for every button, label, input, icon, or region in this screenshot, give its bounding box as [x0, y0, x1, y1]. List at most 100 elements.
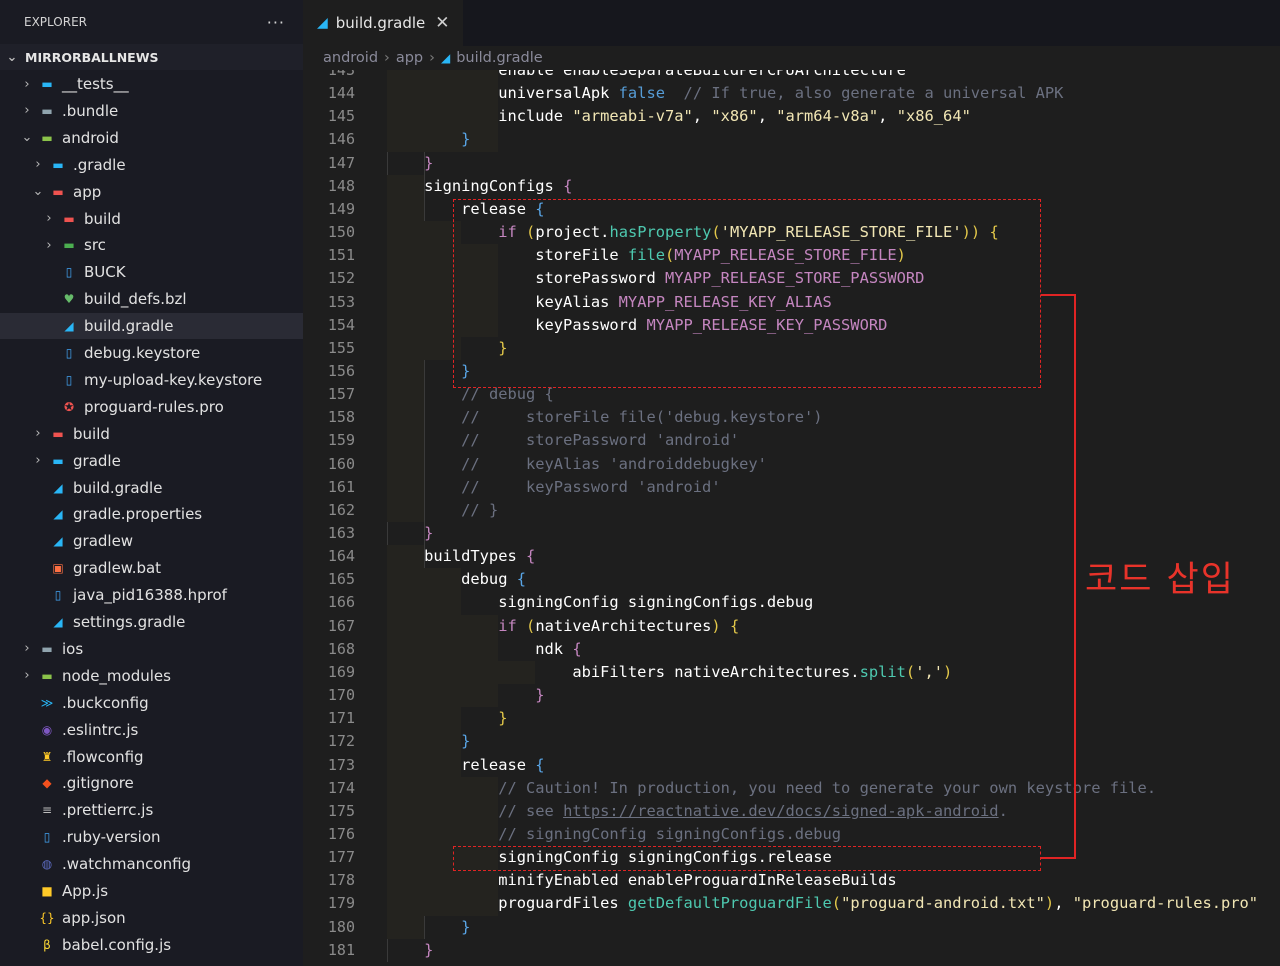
line-number: 172	[327, 732, 355, 751]
tree-item[interactable]: ⌄ ▬ android	[0, 125, 303, 151]
code-line[interactable]: minifyEnabled enableProguardInReleaseBui…	[387, 869, 896, 892]
code-line[interactable]: // keyAlias 'androiddebugkey'	[387, 453, 767, 476]
chevron-right-icon[interactable]: ›	[42, 211, 56, 226]
tree-item[interactable]: ⌄ ▬ app	[0, 179, 303, 205]
code-line[interactable]: }	[387, 939, 433, 962]
code-line[interactable]: // see https://reactnative.dev/docs/sign…	[387, 800, 1008, 823]
code-line[interactable]: include "armeabi-v7a", "x86", "arm64-v8a…	[387, 105, 971, 128]
file-icon: ▯	[65, 265, 73, 280]
tree-item-label: App.js	[62, 882, 109, 900]
line-number: 166	[327, 593, 355, 612]
tree-item[interactable]: ≡ .prettierrc.js	[0, 797, 303, 823]
chevron-right-icon[interactable]: ›	[31, 453, 45, 468]
chevron-right-icon[interactable]: ›	[20, 668, 34, 683]
chevron-right-icon[interactable]: ›	[20, 103, 34, 118]
tree-item[interactable]: ◆ .gitignore	[0, 770, 303, 796]
code-line[interactable]: }	[387, 128, 470, 151]
breadcrumb-item-file[interactable]: build.gradle	[456, 50, 542, 66]
tree-item[interactable]: ▯ java_pid16388.hprof	[0, 582, 303, 608]
tree-item[interactable]: ▯ .ruby-version	[0, 824, 303, 850]
code-line[interactable]: // }	[387, 499, 498, 522]
workspace-root[interactable]: ⌄ MIRRORBALLNEWS	[0, 44, 303, 70]
tree-item-label: android	[62, 128, 119, 147]
code-line[interactable]: // storePassword 'android'	[387, 429, 739, 452]
code-line[interactable]: enable enableSeparateBuildPerCPUArchitec…	[387, 70, 906, 82]
tree-item[interactable]: › ▬ build	[0, 206, 303, 232]
line-number: 160	[327, 454, 355, 473]
chevron-down-icon[interactable]: ⌄	[31, 184, 45, 199]
code-line[interactable]: signingConfig signingConfigs.debug	[387, 591, 813, 614]
breadcrumb-item-app[interactable]: app	[396, 50, 423, 66]
code-line[interactable]: }	[387, 707, 507, 730]
code-line[interactable]: }	[387, 730, 470, 753]
line-number: 178	[327, 871, 355, 890]
code-line[interactable]: signingConfigs {	[387, 175, 572, 198]
tree-item[interactable]: › ▬ ios	[0, 636, 303, 662]
chevron-right-icon[interactable]: ›	[31, 426, 45, 441]
line-number: 169	[327, 662, 355, 681]
more-actions-button[interactable]: ···	[267, 13, 285, 32]
code-line[interactable]: }	[387, 916, 470, 939]
code-line[interactable]: // Caution! In production, you need to g…	[387, 777, 1156, 800]
chevron-right-icon[interactable]: ›	[20, 641, 34, 656]
tree-item[interactable]: ♜ .flowconfig	[0, 744, 303, 770]
line-number: 156	[327, 361, 355, 380]
code-line[interactable]: ndk {	[387, 638, 581, 661]
line-number: 162	[327, 500, 355, 519]
code-line[interactable]: abiFilters nativeArchitectures.split(','…	[387, 661, 952, 684]
connector-line	[1041, 294, 1075, 296]
tree-item[interactable]: β babel.config.js	[0, 932, 303, 958]
line-number: 146	[327, 130, 355, 149]
line-number: 159	[327, 431, 355, 450]
code-line[interactable]: // signingConfig signingConfigs.debug	[387, 823, 841, 846]
code-line[interactable]: }	[387, 152, 433, 175]
code-line[interactable]: universalApk false // If true, also gene…	[387, 82, 1063, 105]
tree-item[interactable]: › ▬ node_modules	[0, 663, 303, 689]
code-line[interactable]: release {	[387, 754, 544, 777]
code-line[interactable]: }	[387, 522, 433, 545]
line-number: 161	[327, 477, 355, 496]
chevron-down-icon[interactable]: ⌄	[20, 130, 34, 145]
tree-item[interactable]: ▯ my-upload-key.keystore	[0, 367, 303, 393]
gradle-icon: ◢	[440, 51, 451, 65]
babel-icon: β	[43, 937, 51, 952]
tree-item[interactable]: ▣ gradlew.bat	[0, 555, 303, 581]
tree-item-label: .gradle	[73, 155, 126, 174]
chevron-right-icon[interactable]: ›	[42, 238, 56, 253]
connector-line	[1041, 857, 1076, 859]
tree-item[interactable]: ◢ gradle.properties	[0, 501, 303, 527]
tree-item[interactable]: ▯ debug.keystore	[0, 340, 303, 366]
code-line[interactable]: buildTypes {	[387, 545, 535, 568]
code-line[interactable]: debug {	[387, 568, 526, 591]
tree-item[interactable]: ♥ build_defs.bzl	[0, 286, 303, 312]
line-number: 145	[327, 107, 355, 126]
tree-item[interactable]: ◢ build.gradle	[0, 313, 303, 340]
code-line[interactable]: proguardFiles getDefaultProguardFile("pr…	[387, 892, 1258, 915]
tree-item[interactable]: › ▬ src	[0, 232, 303, 258]
tree-item[interactable]: › ▬ __tests__	[0, 71, 303, 97]
tree-item[interactable]: ◢ gradlew	[0, 528, 303, 554]
tree-item[interactable]: ◍ .watchmanconfig	[0, 851, 303, 877]
tree-item[interactable]: ◢ build.gradle	[0, 475, 303, 501]
code-line[interactable]: // keyPassword 'android'	[387, 476, 720, 499]
tree-item[interactable]: › ▬ .gradle	[0, 152, 303, 178]
tree-item[interactable]: ◢ settings.gradle	[0, 609, 303, 635]
code-line[interactable]: // storeFile file('debug.keystore')	[387, 406, 822, 429]
tree-item[interactable]: ◉ .eslintrc.js	[0, 717, 303, 743]
tree-item[interactable]: {} app.json	[0, 905, 303, 931]
tree-item[interactable]: › ▬ .bundle	[0, 98, 303, 124]
tree-item[interactable]: ▯ BUCK	[0, 259, 303, 285]
chevron-right-icon[interactable]: ›	[20, 77, 34, 92]
tree-item[interactable]: ■ App.js	[0, 878, 303, 904]
tree-item[interactable]: ≫ .buckconfig	[0, 690, 303, 716]
code-line[interactable]: if (nativeArchitectures) {	[387, 615, 739, 638]
close-icon[interactable]: ✕	[435, 13, 449, 33]
line-number: 151	[327, 246, 355, 265]
tab-build-gradle[interactable]: ◢ build.gradle ✕	[303, 0, 463, 46]
breadcrumb-item-android[interactable]: android	[323, 50, 378, 66]
chevron-right-icon[interactable]: ›	[31, 157, 45, 172]
tree-item[interactable]: › ▬ build	[0, 421, 303, 447]
code-line[interactable]: }	[387, 684, 544, 707]
tree-item[interactable]: ✪ proguard-rules.pro	[0, 394, 303, 420]
tree-item[interactable]: › ▬ gradle	[0, 448, 303, 474]
